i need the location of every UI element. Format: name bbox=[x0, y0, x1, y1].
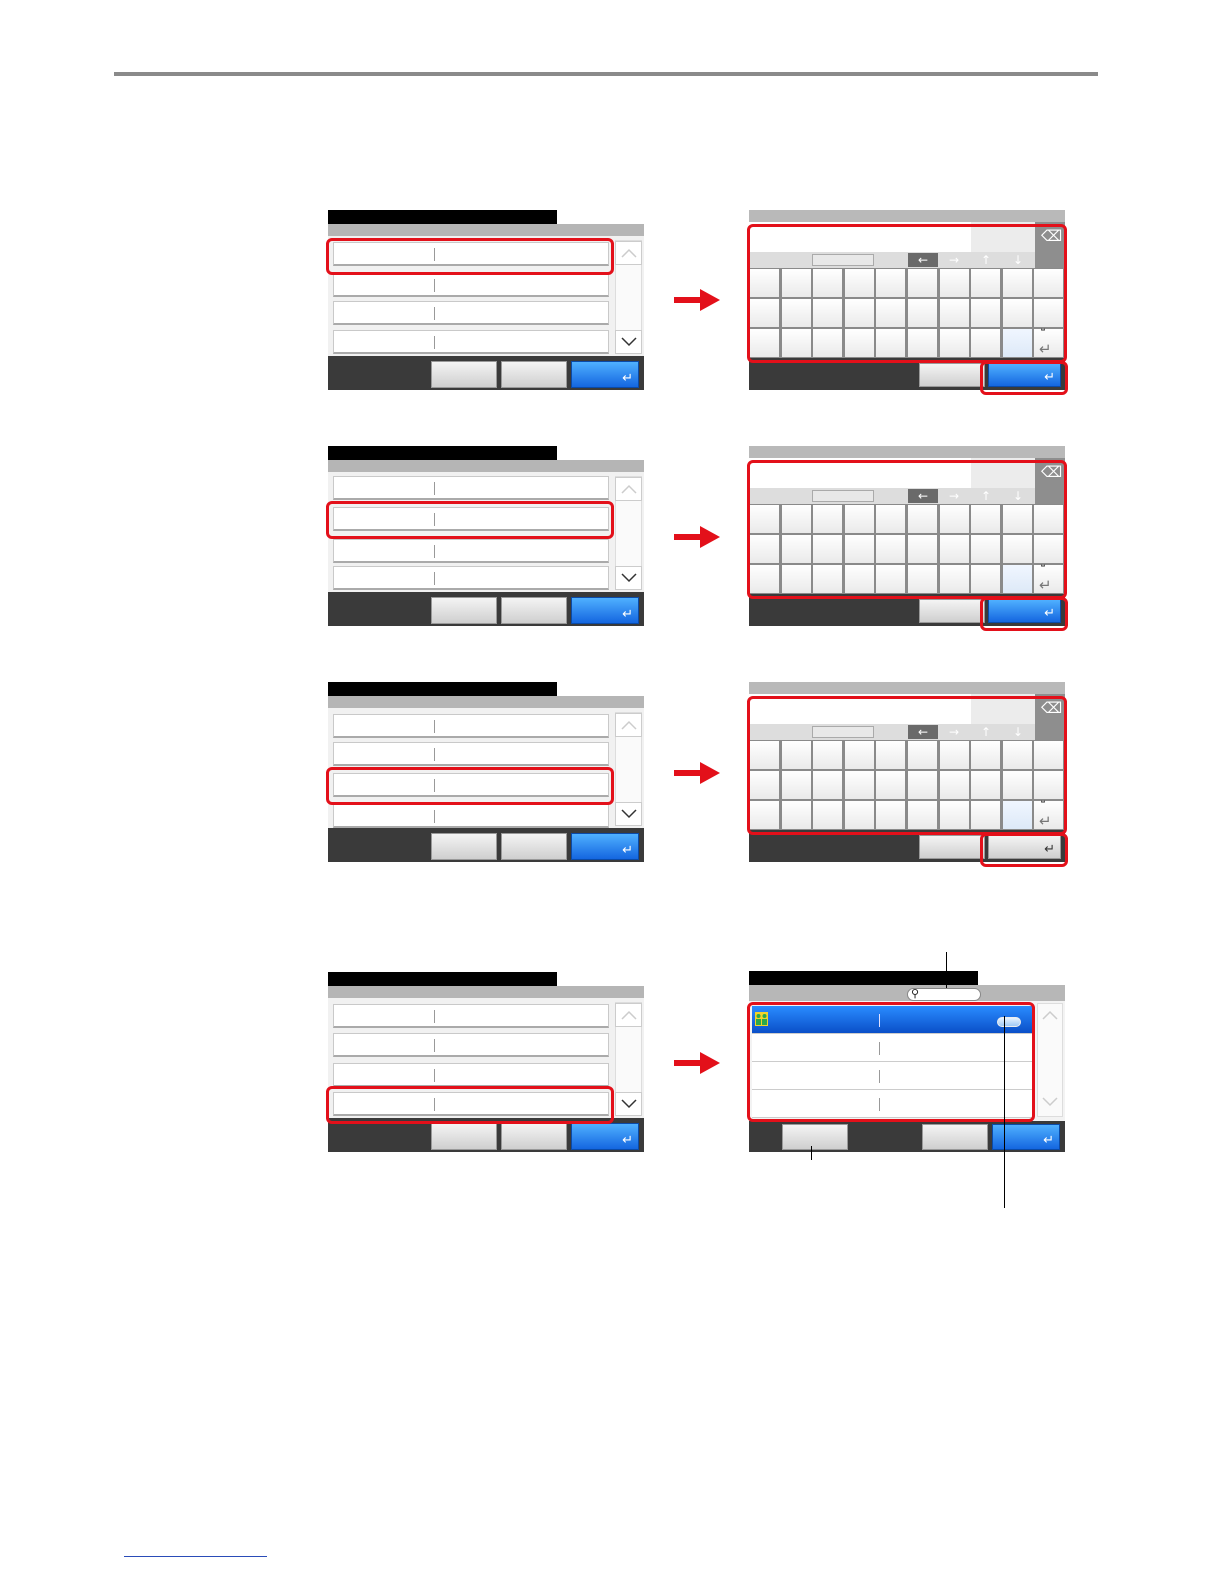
panel-header bbox=[328, 986, 644, 998]
footer-link-underline bbox=[124, 1556, 267, 1557]
chevron-down-icon bbox=[621, 809, 637, 819]
highlight-box bbox=[747, 460, 1067, 599]
screen-header bbox=[749, 210, 1065, 222]
footer-button[interactable] bbox=[431, 597, 497, 624]
scroll-up-button[interactable] bbox=[615, 713, 642, 737]
list-row[interactable] bbox=[333, 742, 609, 766]
list-row[interactable] bbox=[333, 301, 609, 325]
chevron-down-icon bbox=[621, 337, 637, 347]
scroll-down-button[interactable] bbox=[615, 802, 642, 826]
footer-button[interactable] bbox=[501, 1123, 567, 1150]
panel-header bbox=[328, 460, 644, 472]
chevron-up-icon bbox=[621, 248, 637, 258]
enter-icon: ↵ bbox=[622, 1133, 633, 1148]
scroll-up-button[interactable] bbox=[1037, 1004, 1063, 1028]
list-row[interactable] bbox=[333, 714, 609, 738]
chevron-down-icon bbox=[621, 573, 637, 583]
callout-line bbox=[1004, 1016, 1005, 1208]
screen-title-bar bbox=[328, 446, 557, 460]
ok-button[interactable]: ↵ bbox=[571, 597, 639, 624]
list-row[interactable] bbox=[333, 476, 609, 500]
footer-button[interactable] bbox=[922, 1124, 988, 1150]
cancel-button[interactable] bbox=[919, 835, 985, 859]
list-row[interactable] bbox=[333, 330, 609, 354]
highlight-box bbox=[747, 1002, 1035, 1122]
callout-line bbox=[946, 952, 947, 988]
list-row[interactable] bbox=[333, 804, 609, 828]
enter-icon: ↵ bbox=[1043, 1133, 1054, 1148]
chevron-down-icon bbox=[621, 1099, 637, 1109]
ok-button[interactable]: ↵ bbox=[992, 1124, 1060, 1150]
ok-button[interactable]: ↵ bbox=[571, 1123, 639, 1150]
scroll-down-button[interactable] bbox=[1037, 1091, 1063, 1115]
scroll-down-button[interactable] bbox=[615, 566, 642, 590]
scroll-up-button[interactable] bbox=[615, 1003, 642, 1027]
screen-title-bar bbox=[328, 682, 557, 696]
panel-header bbox=[328, 696, 644, 708]
footer-button[interactable] bbox=[501, 833, 567, 860]
ok-button[interactable]: ↵ bbox=[571, 361, 639, 388]
cancel-button[interactable] bbox=[919, 363, 985, 387]
scroll-up-button[interactable] bbox=[615, 477, 642, 501]
search-field[interactable]: ⚲ bbox=[907, 987, 981, 1001]
highlight-box bbox=[326, 238, 614, 275]
chevron-up-icon bbox=[1042, 1010, 1058, 1020]
footer-button[interactable] bbox=[782, 1124, 848, 1150]
ok-button[interactable]: ↵ bbox=[571, 833, 639, 860]
screen-title-bar bbox=[749, 971, 978, 985]
highlight-box bbox=[747, 696, 1067, 835]
arrow-right-icon bbox=[674, 762, 720, 784]
scroll-down-button[interactable] bbox=[615, 1092, 642, 1116]
footer-button[interactable] bbox=[501, 361, 567, 388]
highlight-box bbox=[980, 361, 1068, 395]
screen-title-bar bbox=[328, 210, 557, 224]
cancel-button[interactable] bbox=[919, 599, 985, 623]
chevron-up-icon bbox=[621, 1010, 637, 1020]
highlight-box bbox=[326, 1086, 614, 1124]
panel-header bbox=[328, 224, 644, 236]
list-row[interactable] bbox=[333, 1063, 609, 1087]
list-row[interactable] bbox=[333, 1004, 609, 1028]
chevron-up-icon bbox=[621, 720, 637, 730]
field-list-screen: ↵ bbox=[328, 972, 644, 1152]
footer-button[interactable] bbox=[431, 361, 497, 388]
footer-button[interactable] bbox=[501, 597, 567, 624]
callout-line bbox=[811, 1146, 812, 1160]
scroll-down-button[interactable] bbox=[615, 330, 642, 354]
enter-icon: ↵ bbox=[622, 607, 633, 622]
highlight-box bbox=[980, 833, 1068, 867]
enter-icon: ↵ bbox=[622, 843, 633, 858]
highlight-box bbox=[326, 767, 614, 805]
highlight-box bbox=[326, 501, 614, 539]
field-list-screen: ↵ bbox=[328, 210, 644, 390]
screen-title-bar bbox=[328, 972, 557, 986]
enter-icon: ↵ bbox=[622, 371, 633, 386]
highlight-box bbox=[980, 597, 1068, 631]
footer-button[interactable] bbox=[431, 1123, 497, 1150]
chevron-up-icon bbox=[621, 484, 637, 494]
header-rule bbox=[114, 72, 1098, 76]
scroll-up-button[interactable] bbox=[615, 241, 642, 265]
arrow-right-icon bbox=[674, 526, 720, 548]
list-row[interactable] bbox=[333, 273, 609, 297]
arrow-right-icon bbox=[674, 1052, 720, 1074]
arrow-right-icon bbox=[674, 289, 720, 311]
list-row[interactable] bbox=[333, 539, 609, 563]
footer-button[interactable] bbox=[431, 833, 497, 860]
screen-header bbox=[749, 682, 1065, 694]
chevron-down-icon bbox=[1042, 1097, 1058, 1107]
list-row[interactable] bbox=[333, 566, 609, 590]
highlight-box bbox=[747, 224, 1067, 363]
search-icon: ⚲ bbox=[911, 987, 920, 1000]
screen-header bbox=[749, 446, 1065, 458]
list-row[interactable] bbox=[333, 1033, 609, 1057]
